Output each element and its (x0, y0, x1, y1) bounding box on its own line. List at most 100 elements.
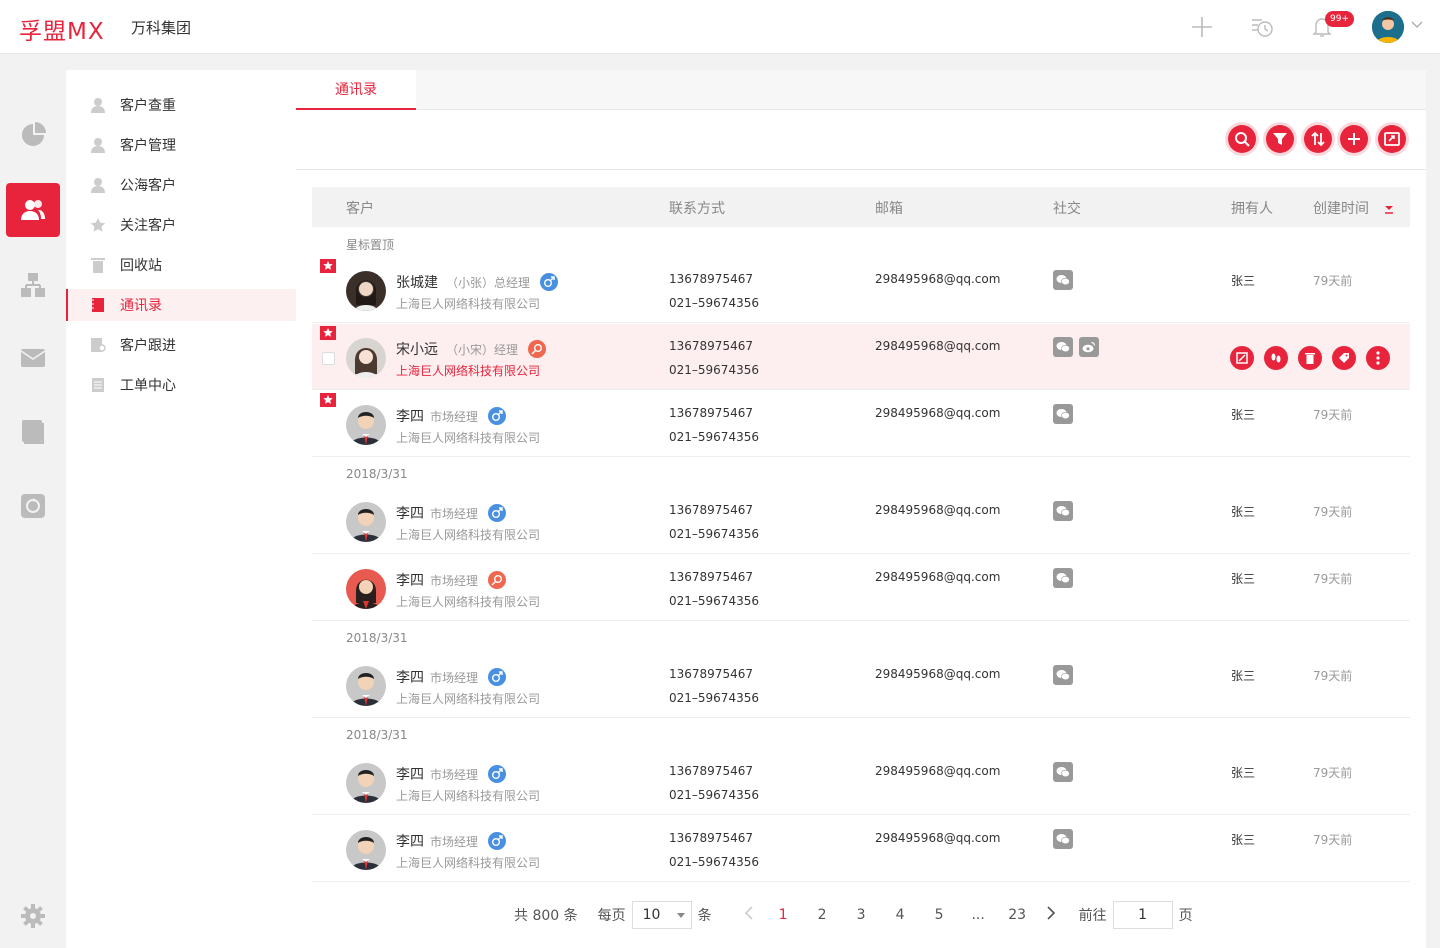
contact-email[interactable]: 298495968@qq.com (875, 831, 1000, 845)
avatar[interactable] (346, 569, 386, 609)
contact-name[interactable]: 张城建 (396, 272, 438, 292)
contact-email[interactable]: 298495968@qq.com (875, 764, 1000, 778)
more-icon[interactable] (1366, 346, 1390, 370)
search-icon[interactable] (1228, 125, 1256, 153)
subnav-item-followed-customers[interactable]: 关注客户 (66, 209, 296, 241)
book-icon[interactable] (6, 405, 60, 459)
contact-mobile[interactable]: 13678975467 (669, 339, 753, 353)
footprint-icon[interactable] (1264, 346, 1288, 370)
contact-email[interactable]: 298495968@qq.com (875, 272, 1000, 286)
star-pin-icon[interactable] (320, 259, 336, 273)
contact-name[interactable]: 李四 (396, 831, 424, 851)
wechat-icon[interactable] (1053, 665, 1073, 685)
contact-mobile[interactable]: 13678975467 (669, 570, 753, 584)
contact-email[interactable]: 298495968@qq.com (875, 570, 1000, 584)
export-icon[interactable] (1378, 125, 1406, 153)
subnav-item-duplicate-check[interactable]: 客户查重 (66, 89, 296, 121)
subnav-item-recycle-bin[interactable]: 回收站 (66, 249, 296, 281)
wechat-icon[interactable] (1053, 501, 1073, 521)
star-pin-icon[interactable] (320, 326, 336, 340)
avatar[interactable] (346, 830, 386, 870)
sort-icon[interactable] (1304, 125, 1332, 153)
contact-name[interactable]: 宋小远 (396, 339, 438, 359)
avatar[interactable] (346, 405, 386, 445)
company-name[interactable]: 万科集团 (131, 17, 191, 38)
subnav-item-tickets[interactable]: 工单中心 (66, 369, 296, 401)
subnav-item-followup[interactable]: 客户跟进 (66, 329, 296, 361)
goto-page-input[interactable]: 1 (1112, 901, 1173, 929)
wechat-icon[interactable] (1053, 568, 1073, 588)
contact-company[interactable]: 上海巨人网络科技有限公司 (396, 295, 540, 312)
plus-icon[interactable] (1188, 13, 1216, 41)
settings-icon[interactable] (6, 889, 60, 943)
subnav-item-contacts[interactable]: 通讯录 (66, 289, 296, 321)
delete-icon[interactable] (1298, 346, 1322, 370)
avatar[interactable] (346, 763, 386, 803)
contact-email[interactable]: 298495968@qq.com (875, 339, 1000, 353)
wechat-icon[interactable] (1053, 829, 1073, 849)
prev-page-icon[interactable] (744, 906, 764, 924)
wechat-icon[interactable] (1053, 762, 1073, 782)
contact-mobile[interactable]: 13678975467 (669, 831, 753, 845)
contact-tel[interactable]: 021–59674356 (669, 527, 759, 541)
contact-name[interactable]: 李四 (396, 503, 424, 523)
subnav-item-public-customers[interactable]: 公海客户 (66, 169, 296, 201)
page-number[interactable]: 23 (998, 907, 1037, 923)
contact-tel[interactable]: 021–59674356 (669, 296, 759, 310)
star-pin-icon[interactable] (320, 393, 336, 407)
column-header-created[interactable]: 创建时间 (1313, 198, 1369, 218)
page-number[interactable]: 1 (764, 907, 803, 923)
contact-email[interactable]: 298495968@qq.com (875, 503, 1000, 517)
tag-icon[interactable] (1332, 346, 1356, 370)
wechat-icon[interactable] (1053, 270, 1073, 290)
avatar[interactable] (346, 502, 386, 542)
contact-tel[interactable]: 021–59674356 (669, 363, 759, 377)
chevron-down-icon[interactable] (1411, 19, 1423, 35)
table-row[interactable]: 张城建 （小张） 总经理 上海巨人网络科技有限公司 13678975467 021–596… (312, 257, 1410, 323)
table-row[interactable]: 李四 市场经理 上海巨人网络科技有限公司 13678975467 021–5967435… (312, 555, 1410, 621)
table-row[interactable]: 宋小远 （小宋） 经理 上海巨人网络科技有限公司 13678975467 021–5967… (312, 324, 1410, 390)
avatar[interactable] (346, 666, 386, 706)
contact-company[interactable]: 上海巨人网络科技有限公司 (396, 526, 540, 543)
recycle-icon[interactable] (6, 479, 60, 533)
org-chart-icon[interactable] (6, 258, 60, 312)
subnav-item-customer-management[interactable]: 客户管理 (66, 129, 296, 161)
tab-contacts[interactable]: 通讯录 (296, 70, 416, 110)
table-row[interactable]: 李四 市场经理 上海巨人网络科技有限公司 13678975467 021–5967435… (312, 488, 1410, 554)
contact-tel[interactable]: 021–59674356 (669, 430, 759, 444)
wechat-icon[interactable] (1053, 337, 1073, 357)
page-number[interactable]: 5 (920, 907, 959, 923)
mail-icon[interactable] (6, 331, 60, 385)
contact-name[interactable]: 李四 (396, 764, 424, 784)
weibo-icon[interactable] (1079, 337, 1099, 357)
contact-mobile[interactable]: 13678975467 (669, 667, 753, 681)
table-row[interactable]: 李四 市场经理 上海巨人网络科技有限公司 13678975467 021–5967435… (312, 749, 1410, 815)
page-number[interactable]: 4 (881, 907, 920, 923)
table-row[interactable]: 李四 市场经理 上海巨人网络科技有限公司 13678975467 021–5967435… (312, 652, 1410, 718)
contact-tel[interactable]: 021–59674356 (669, 594, 759, 608)
contact-company[interactable]: 上海巨人网络科技有限公司 (396, 429, 540, 446)
page-number[interactable]: ... (959, 907, 998, 923)
contact-mobile[interactable]: 13678975467 (669, 764, 753, 778)
add-icon[interactable] (1340, 125, 1368, 153)
contact-name[interactable]: 李四 (396, 406, 424, 426)
app-logo[interactable]: 孚盟MX (19, 12, 105, 46)
filter-icon[interactable] (1266, 125, 1294, 153)
contact-name[interactable]: 李四 (396, 667, 424, 687)
avatar[interactable] (346, 338, 386, 378)
row-checkbox[interactable] (322, 352, 335, 365)
avatar[interactable] (1372, 11, 1404, 43)
contact-mobile[interactable]: 13678975467 (669, 503, 753, 517)
table-row[interactable]: 李四 市场经理 上海巨人网络科技有限公司 13678975467 021–5967435… (312, 816, 1410, 882)
contact-mobile[interactable]: 13678975467 (669, 406, 753, 420)
sort-desc-icon[interactable] (1384, 203, 1394, 219)
history-icon[interactable] (1248, 13, 1276, 41)
page-number[interactable]: 3 (842, 907, 881, 923)
next-page-icon[interactable] (1037, 906, 1065, 924)
contact-email[interactable]: 298495968@qq.com (875, 406, 1000, 420)
contact-tel[interactable]: 021–59674356 (669, 788, 759, 802)
avatar[interactable] (346, 271, 386, 311)
page-number[interactable]: 2 (803, 907, 842, 923)
contact-tel[interactable]: 021–59674356 (669, 691, 759, 705)
contact-company[interactable]: 上海巨人网络科技有限公司 (396, 787, 540, 804)
